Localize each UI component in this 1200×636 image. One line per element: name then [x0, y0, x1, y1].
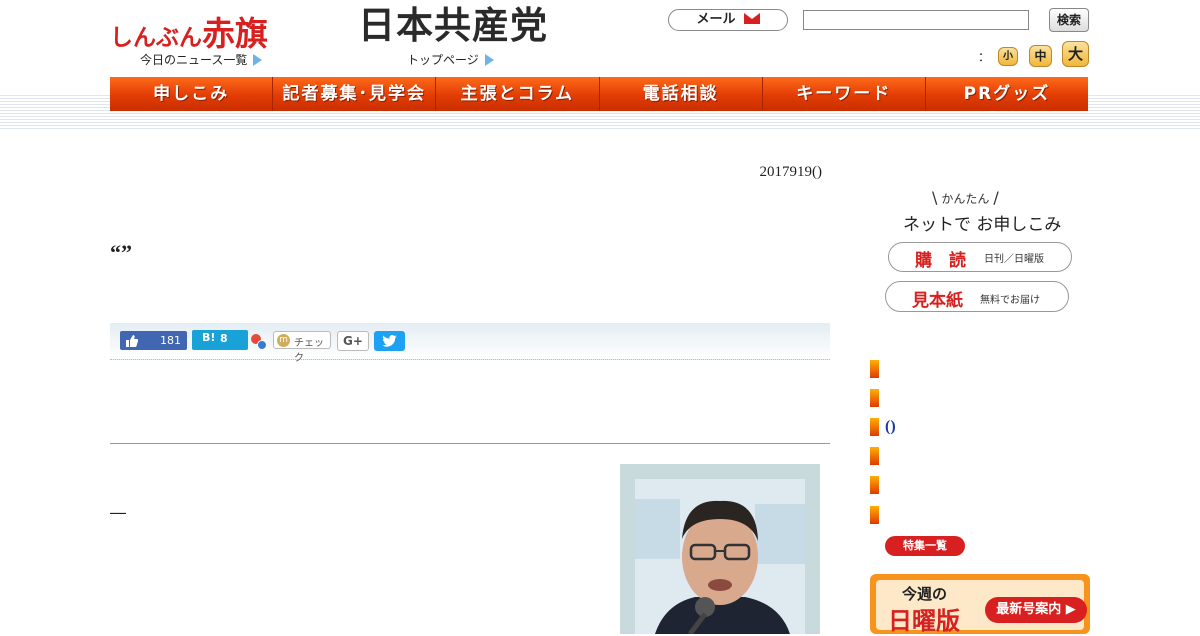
akahata-logo-kana: しんぶん — [110, 25, 202, 51]
main-nav: 申しこみ 記者募集･見学会 主張とコラム 電話相談 キーワード PRグッズ — [110, 77, 1089, 111]
top-page-link[interactable]: トップページ — [407, 51, 494, 68]
slash-right: / — [993, 188, 999, 207]
mail-button[interactable]: メール — [668, 9, 788, 31]
net-small-text: かんたん — [941, 192, 990, 206]
font-size-separator: ： — [978, 50, 991, 64]
akahata-logo-kanji: 赤旗 — [202, 14, 268, 53]
search-button[interactable]: 検索 — [1049, 8, 1089, 32]
party-logo[interactable]: 日本共産党 — [358, 4, 548, 48]
sidebar-list-item[interactable]: () — [885, 418, 896, 436]
today-news-link[interactable]: 今日のニュース一覧 — [140, 51, 263, 68]
mixi-icon: m — [277, 334, 290, 347]
like-count: 181 — [160, 334, 181, 347]
mixi-check-button[interactable]: m チェック — [273, 331, 331, 364]
thumbs-up-icon — [126, 335, 138, 347]
mail-label: メール — [696, 12, 736, 27]
sample-paper-button[interactable]: 見本紙 無料でお届け — [885, 281, 1069, 312]
check-label: チェック — [294, 338, 324, 364]
subscribe-button[interactable]: 購 読 日刊／日曜版 — [888, 242, 1072, 272]
sidebar-list-marker — [870, 360, 879, 378]
search-input[interactable] — [803, 10, 1029, 30]
twitter-bird-icon — [382, 335, 397, 347]
body-dash: ― — [110, 503, 126, 522]
font-large-button[interactable]: 大 — [1062, 41, 1089, 67]
article-divider — [110, 443, 830, 444]
article-photo — [635, 479, 805, 634]
sample-sublabel: 無料でお届け — [980, 295, 1040, 306]
sidebar-list-marker — [870, 447, 879, 465]
hatena-bookmark-button[interactable]: B! 8 — [192, 330, 248, 350]
speaker-photo — [635, 479, 805, 634]
nav-item-recruit[interactable]: 記者募集･見学会 — [273, 77, 437, 111]
sidebar-list-marker — [870, 476, 879, 494]
font-medium-button[interactable]: 中 — [1029, 45, 1052, 67]
hatena-bookmark-icon: B! — [202, 331, 216, 344]
play-triangle-icon — [484, 54, 494, 66]
sidebar-net-main: ネットで お申しこみ — [903, 215, 1062, 235]
google-plus-button[interactable]: G+ — [337, 331, 369, 351]
nav-item-pr-goods[interactable]: PRグッズ — [925, 77, 1089, 111]
subscribe-label: 購 読 — [915, 251, 966, 271]
nav-item-editorial[interactable]: 主張とコラム — [436, 77, 600, 111]
tokushu-list-button[interactable]: 特集一覧 — [885, 536, 965, 556]
sidebar-list-marker — [870, 506, 879, 524]
font-small-button[interactable]: 小 — [998, 47, 1018, 66]
sidebar-list-marker — [870, 389, 879, 407]
nav-item-phone-consult[interactable]: 電話相談 — [599, 77, 763, 111]
article-title: “” — [110, 240, 132, 265]
facebook-like-button[interactable]: 181 — [120, 331, 187, 350]
today-news-label: 今日のニュース一覧 — [140, 53, 248, 67]
subscribe-sublabel: 日刊／日曜版 — [984, 254, 1044, 265]
hatena-count: 8 — [220, 332, 228, 345]
slash-left: \ — [932, 188, 938, 207]
latest-issue-button[interactable]: 最新号案内 ▶ — [985, 597, 1087, 623]
akahata-logo[interactable]: しんぶん赤旗 — [110, 7, 268, 55]
nav-item-keyword[interactable]: キーワード — [762, 77, 926, 111]
twitter-button[interactable] — [374, 331, 405, 351]
sample-label: 見本紙 — [912, 291, 963, 311]
share-plus-icon[interactable] — [251, 334, 267, 350]
nav-item-apply[interactable]: 申しこみ — [110, 77, 274, 111]
play-triangle-icon — [253, 54, 263, 66]
envelope-icon — [743, 13, 760, 24]
sidebar-net-small: \ かんたん / — [932, 188, 999, 207]
sunday-line2: 日曜版 — [888, 607, 960, 635]
article-date: 2017919() — [759, 164, 823, 180]
top-page-label: トップページ — [407, 53, 479, 67]
sidebar-list-marker — [870, 418, 879, 436]
